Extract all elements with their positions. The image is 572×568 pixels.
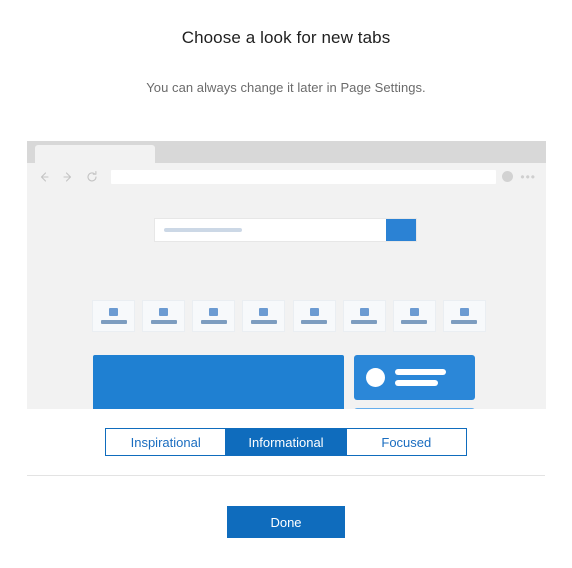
mock-hero-card bbox=[93, 355, 344, 409]
mock-tile-icon bbox=[159, 308, 169, 316]
mock-profile-avatar bbox=[366, 368, 385, 387]
mock-profile-line bbox=[395, 369, 446, 375]
mock-tile bbox=[343, 301, 385, 331]
arrow-right-icon bbox=[59, 168, 77, 186]
mock-tile-label bbox=[150, 320, 177, 324]
mock-tile-label bbox=[100, 320, 127, 324]
mock-shortcut-tiles bbox=[93, 301, 485, 331]
mock-new-tab-page bbox=[27, 190, 546, 409]
preview-fade-overlay bbox=[0, 409, 572, 423]
mock-content-cards bbox=[93, 355, 485, 409]
mock-search-placeholder bbox=[164, 228, 242, 232]
mock-address-bar bbox=[111, 169, 497, 184]
layout-option-inspirational[interactable]: Inspirational bbox=[106, 429, 227, 455]
mock-tile-icon bbox=[209, 308, 219, 316]
more-menu-icon: ••• bbox=[520, 169, 536, 184]
mock-tile-icon bbox=[459, 308, 469, 316]
mock-active-tab bbox=[35, 145, 155, 163]
refresh-icon bbox=[83, 168, 101, 186]
mock-tile bbox=[143, 301, 185, 331]
new-tab-preview: ••• bbox=[27, 141, 546, 409]
mock-search-box bbox=[155, 219, 416, 241]
page-title: Choose a look for new tabs bbox=[181, 28, 391, 47]
mock-tile bbox=[93, 301, 134, 331]
mock-tile-icon bbox=[359, 308, 369, 316]
mock-tile-label bbox=[401, 320, 428, 324]
mock-tile bbox=[443, 301, 485, 331]
mock-tile bbox=[243, 301, 285, 331]
mock-tile-icon bbox=[409, 308, 419, 316]
footer-divider bbox=[27, 475, 545, 476]
layout-picker: Inspirational Informational Focused bbox=[105, 428, 467, 456]
mock-browser-window: ••• bbox=[27, 141, 546, 409]
mock-profile-text bbox=[395, 369, 446, 386]
mock-tile bbox=[293, 301, 335, 331]
mock-search-button bbox=[386, 219, 416, 241]
avatar-icon bbox=[502, 171, 514, 182]
mock-tile-label bbox=[301, 320, 328, 324]
mock-tile bbox=[393, 301, 435, 331]
mock-tile-label bbox=[250, 320, 277, 324]
arrow-left-icon bbox=[35, 168, 53, 186]
mock-tile-icon bbox=[259, 308, 269, 316]
mock-card-column bbox=[354, 355, 475, 409]
dialog-header: Choose a look for new tabs You can alway… bbox=[0, 0, 572, 95]
mock-tab-strip bbox=[27, 141, 546, 163]
mock-tile-icon bbox=[109, 308, 118, 316]
mock-tile-label bbox=[200, 320, 227, 324]
done-button[interactable]: Done bbox=[227, 506, 345, 538]
mock-tile-label bbox=[451, 320, 478, 324]
mock-toolbar: ••• bbox=[27, 163, 546, 190]
mock-tile-label bbox=[351, 320, 378, 324]
mock-profile-line bbox=[395, 380, 438, 386]
page-subtitle: You can always change it later in Page S… bbox=[146, 80, 426, 95]
layout-option-focused[interactable]: Focused bbox=[346, 429, 466, 455]
mock-tile bbox=[193, 301, 235, 331]
choose-look-dialog: Choose a look for new tabs You can alway… bbox=[0, 0, 572, 568]
layout-option-informational[interactable]: Informational bbox=[226, 429, 347, 455]
mock-profile-card bbox=[354, 355, 475, 400]
mock-tile-icon bbox=[309, 308, 319, 316]
mock-search-input bbox=[155, 219, 386, 241]
